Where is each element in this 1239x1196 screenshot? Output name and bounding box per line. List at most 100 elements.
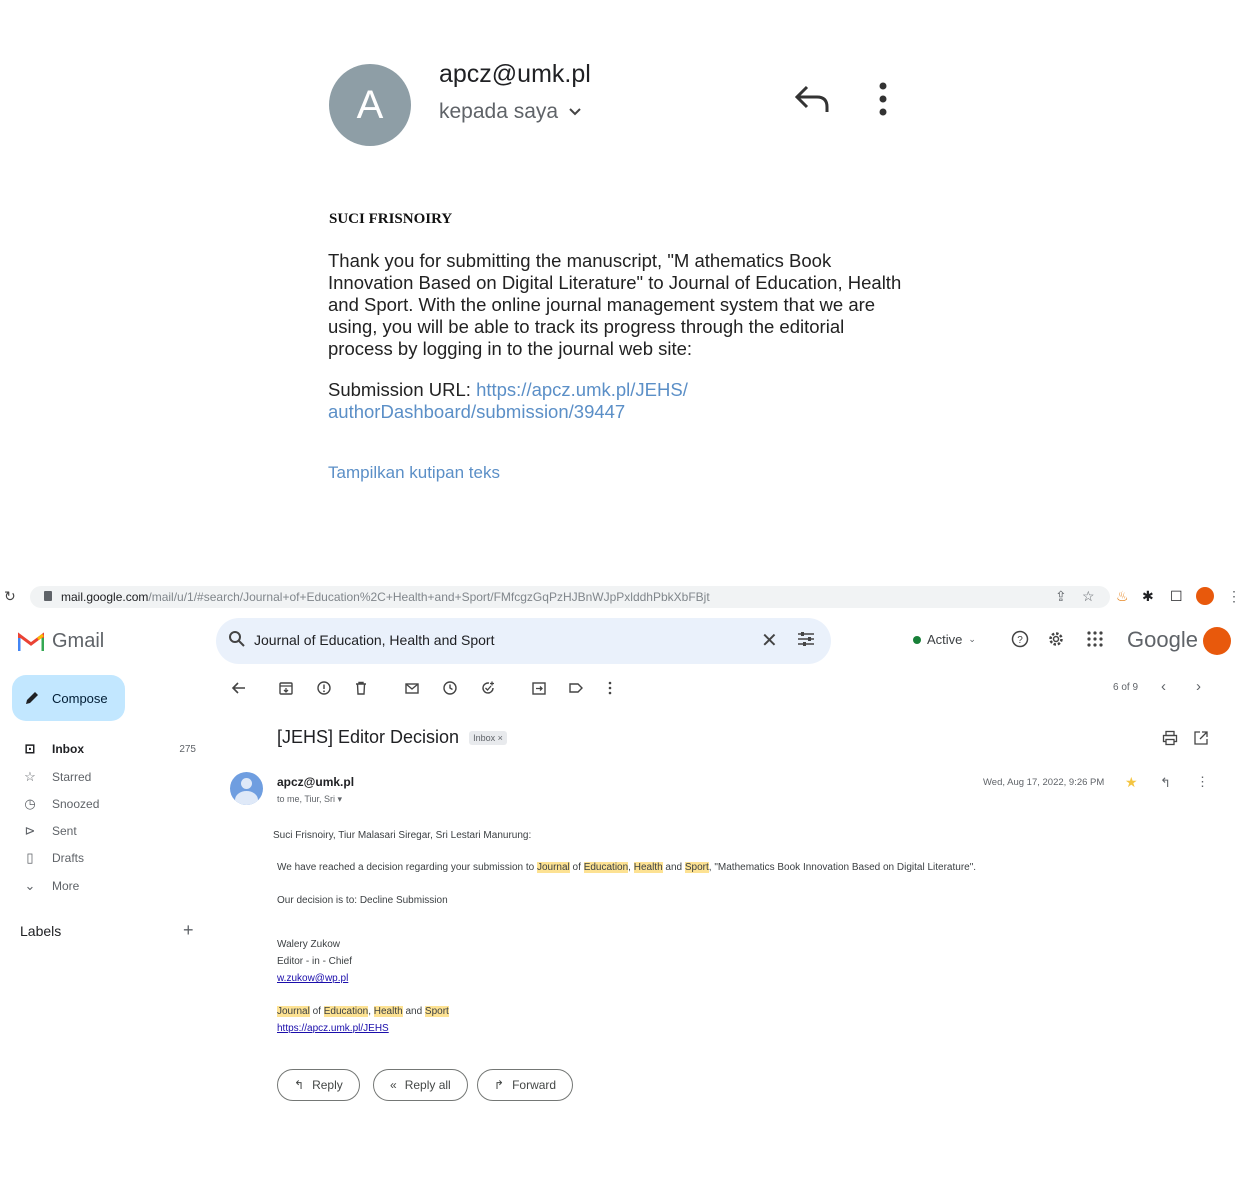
sidebar-item-label: Inbox [52,742,84,756]
lock-icon [44,591,52,601]
more-vert-icon[interactable]: ⋮ [1196,774,1209,790]
reply-all-icon: « [390,1078,397,1092]
star-icon[interactable]: ★ [1125,774,1138,791]
search-options-icon[interactable] [797,631,815,647]
sidebar-item-label: More [52,879,80,893]
status-label: Active [927,632,963,647]
compose-button[interactable]: Compose [12,675,125,721]
editor-name: Walery Zukow [277,939,340,950]
compose-label: Compose [52,690,108,706]
sender-avatar: A [329,64,411,146]
editor-email-link[interactable]: w.zukow@wp.pl [277,973,348,984]
chevron-left-icon[interactable]: ‹ [1161,678,1166,695]
add-label-icon[interactable]: + [183,920,194,941]
text: , [628,862,634,873]
reload-icon[interactable]: ↻ [4,588,16,605]
share-icon[interactable]: ⇪ [1055,588,1067,605]
email-subject: [JEHS] Editor Decision Inbox × [277,727,507,748]
sidebar-item-drafts[interactable]: ▯ Drafts [22,847,202,869]
clear-search-icon[interactable]: ✕ [761,628,778,653]
more-vert-icon[interactable] [602,680,618,696]
highlight-sport: Sport [424,1006,449,1017]
caret-down-icon: ▾ [337,794,343,804]
text: of [309,1006,324,1017]
text: of [569,862,584,873]
email-decision-line: We have reached a decision regarding you… [277,862,976,873]
recipients-line[interactable]: to me, Tiur, Sri ▾ [277,794,342,805]
sidebar-item-label: Starred [52,770,92,784]
add-task-icon[interactable] [480,680,496,696]
google-wordmark[interactable]: Google [1127,627,1198,653]
highlight-sport: Sport [684,862,709,873]
highlight-journal: Journal [536,862,570,873]
recipient-dropdown[interactable]: kepada saya [439,100,582,124]
draft-icon: ▯ [26,850,34,865]
archive-icon[interactable] [278,680,294,696]
more-vert-icon[interactable] [872,80,894,118]
email-date: Wed, Aug 17, 2022, 9:26 PM [983,777,1105,788]
profile-avatar-icon[interactable] [1196,587,1214,605]
help-icon[interactable]: ? [1011,630,1029,648]
delete-icon[interactable] [353,680,369,696]
account-avatar[interactable] [1203,627,1231,655]
pencil-icon [26,692,38,704]
url-text[interactable]: mail.google.com/mail/u/1/#search/Journal… [61,590,710,604]
show-quoted-text-link[interactable]: Tampilkan kutipan teks [328,463,500,483]
snooze-clock-icon[interactable] [442,680,458,696]
highlight-health: Health [633,862,663,873]
status-active[interactable]: Active ⌄ [913,632,976,647]
mark-unread-icon[interactable] [404,680,420,696]
search-bar[interactable]: Journal of Education, Health and Sport ✕ [216,618,831,664]
email-greeting: Suci Frisnoiry, Tiur Malasari Siregar, S… [273,830,532,841]
chevron-down-icon: ⌄ [968,634,976,644]
reply-icon[interactable] [793,82,831,116]
apps-grid-icon[interactable] [1086,630,1104,648]
inbox-label-badge[interactable]: Inbox × [469,730,507,745]
window-icon[interactable]: ☐ [1170,588,1183,605]
sidebar-item-snoozed[interactable]: ◷ Snoozed [22,793,202,815]
sidebar-item-sent[interactable]: ⊳ Sent [22,820,202,842]
highlight-education: Education [583,862,629,873]
highlight-journal: Journal [277,1006,310,1017]
settings-gear-icon[interactable] [1047,630,1065,648]
extension-icon[interactable]: ♨ [1116,588,1129,605]
svg-text:?: ? [1017,635,1023,646]
sidebar-item-label: Snoozed [52,797,100,811]
email-body: Thank you for submitting the manuscript,… [328,250,902,359]
forward-button[interactable]: ↱ Forward [477,1069,574,1101]
extensions-puzzle-icon[interactable]: ✱ [1142,588,1154,605]
sidebar-item-starred[interactable]: ☆ Starred [22,766,202,788]
pager-count: 6 of 9 [1113,682,1139,693]
move-to-icon[interactable] [531,680,547,696]
forward-label: Forward [512,1078,557,1092]
highlight-health: Health [373,1006,403,1017]
chevron-right-icon[interactable]: › [1196,678,1201,695]
back-arrow-icon[interactable] [231,680,247,696]
open-in-new-window-icon[interactable] [1193,730,1209,746]
text: , [368,1006,374,1017]
sidebar-item-more[interactable]: ⌄ More [22,875,202,897]
reply-label: Reply [312,1078,343,1092]
sender-name[interactable]: apcz@umk.pl [277,775,354,789]
reply-all-button[interactable]: « Reply all [373,1069,468,1101]
search-input[interactable]: Journal of Education, Health and Sport [254,632,495,648]
label-icon[interactable] [568,680,584,696]
journal-url-link[interactable]: https://apcz.umk.pl/JEHS [277,1023,389,1034]
report-spam-icon[interactable] [316,680,332,696]
reply-icon: ↰ [294,1078,305,1092]
url-path: /mail/u/1/#search/Journal+of+Education%2… [148,590,710,604]
gmail-logo[interactable]: Gmail [18,630,104,653]
email-decision: Our decision is to: Decline Submission [277,895,448,906]
editor-title: Editor - in - Chief [277,956,353,967]
sidebar-item-inbox[interactable]: ⊡ Inbox 275 [22,738,202,760]
browser-menu-icon[interactable]: ⋮ [1227,588,1239,605]
print-icon[interactable] [1162,730,1178,746]
bookmark-star-icon[interactable]: ☆ [1082,588,1095,605]
send-icon: ⊳ [24,823,36,838]
reply-button[interactable]: ↰ Reply [277,1069,360,1101]
text: , "Mathematics Book Innovation Based on … [708,862,977,873]
search-icon[interactable] [228,630,246,648]
reply-icon[interactable]: ↰ [1160,775,1171,791]
browser-address-bar: ↻ mail.google.com/mail/u/1/#search/Journ… [0,584,1239,610]
chevron-down-icon [569,108,581,116]
